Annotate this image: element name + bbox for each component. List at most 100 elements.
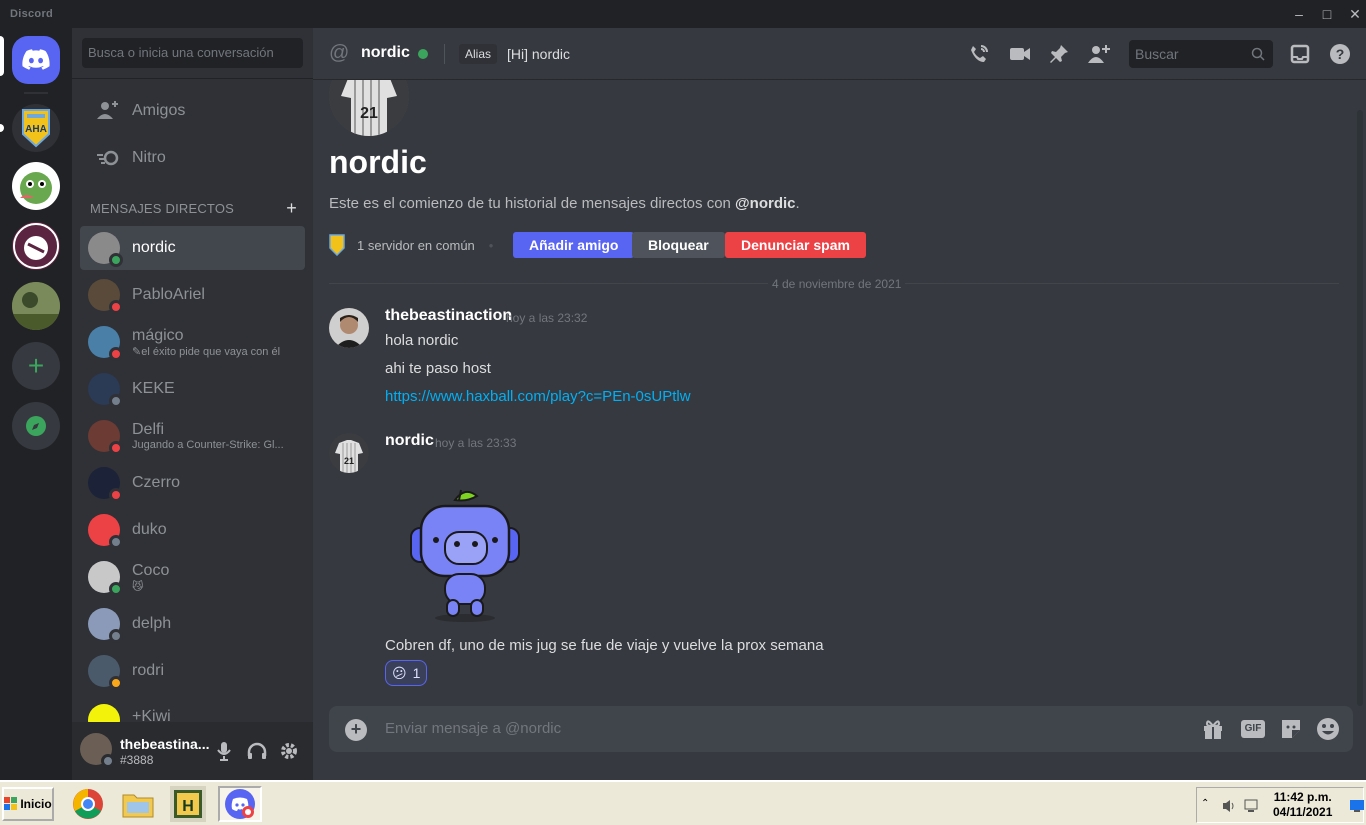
dm-item-delph[interactable]: delph	[80, 602, 305, 646]
status-indicator	[109, 488, 123, 502]
channel-title: nordic	[361, 44, 410, 61]
status-indicator	[101, 754, 115, 768]
block-button[interactable]: Bloquear	[632, 232, 725, 258]
dm-item-duko[interactable]: duko	[80, 508, 305, 552]
deafen-button[interactable]	[245, 739, 269, 763]
nav-nitro-label: Nitro	[132, 149, 166, 166]
avatar	[88, 655, 123, 690]
scrollbar[interactable]	[1357, 110, 1363, 706]
explore-servers-button[interactable]	[12, 402, 60, 450]
system-tray: ⌃ 11:42 p.m. 04/11/2021	[1196, 787, 1364, 823]
server-argentina[interactable]	[12, 222, 60, 270]
taskbar-discord[interactable]	[218, 786, 262, 822]
user-avatar[interactable]	[80, 733, 115, 768]
nav-friends-label: Amigos	[132, 102, 186, 119]
dm-item-nordic[interactable]: nordic	[80, 226, 305, 270]
message-input[interactable]: Enviar mensaje a @nordic	[385, 720, 561, 737]
user-discriminator: #3888	[120, 753, 154, 767]
sidebar-divider	[72, 78, 313, 79]
start-video-call-button[interactable]	[1008, 42, 1032, 66]
dm-item-rodri[interactable]: rodri	[80, 649, 305, 693]
intro-desc-prefix: Este es el comienzo de tu historial de m…	[329, 195, 736, 212]
minimize-button[interactable]: –	[1287, 4, 1311, 24]
sticker-picker-button[interactable]	[1279, 717, 1303, 741]
message-author[interactable]: thebeastinaction	[385, 307, 512, 325]
mutual-servers-label: 1 servidor en común	[357, 237, 475, 253]
dm-sidebar: Busca o inicia una conversación Amigos N…	[72, 28, 313, 780]
avatar	[88, 514, 123, 549]
taskbar-explorer[interactable]	[120, 786, 156, 822]
svg-text:AHA: AHA	[25, 124, 47, 135]
user-settings-button[interactable]	[277, 739, 301, 763]
search-input[interactable]: Buscar	[1129, 40, 1273, 68]
message-avatar[interactable]: 21	[329, 433, 369, 473]
avatar	[88, 420, 123, 455]
message-composer[interactable]: + Enviar mensaje a @nordic GIF	[329, 706, 1353, 752]
create-dm-button[interactable]: +	[286, 198, 297, 219]
add-friend-button[interactable]: Añadir amigo	[513, 232, 635, 258]
mute-button[interactable]	[212, 739, 236, 763]
dm-item-kiwi[interactable]: +Kiwi	[80, 696, 305, 722]
server-ahi[interactable]: AHA	[12, 104, 60, 152]
server-pepe[interactable]	[12, 162, 60, 210]
jersey-avatar-icon: 21	[329, 80, 409, 136]
avatar	[88, 279, 123, 314]
intro-description: Este es el comienzo de tu historial de m…	[329, 195, 800, 212]
find-conversation-input[interactable]: Busca o inicia una conversación	[82, 38, 303, 68]
close-button[interactable]: ✕	[1343, 4, 1366, 24]
nav-nitro[interactable]: Nitro	[80, 137, 305, 179]
message-avatar[interactable]	[329, 308, 369, 348]
taskbar-haxball[interactable]: H	[170, 786, 206, 822]
inbox-icon	[1290, 44, 1310, 64]
status-indicator	[109, 253, 123, 267]
network-icon[interactable]	[1243, 798, 1259, 814]
intro-avatar: 21	[329, 80, 409, 136]
nav-friends[interactable]: Amigos	[80, 90, 305, 132]
dm-item-magico[interactable]: mágico ✎el éxito pide que vaya con él	[80, 320, 305, 364]
status-indicator	[109, 300, 123, 314]
tray-expand-icon[interactable]: ⌃	[1201, 798, 1209, 809]
app-title: Discord	[10, 8, 54, 20]
nitro-icon	[92, 150, 124, 166]
user-photo-icon	[329, 308, 369, 348]
inbox-button[interactable]	[1288, 42, 1312, 66]
dm-item-coco[interactable]: Coco 😼	[80, 555, 305, 599]
emoji-picker-button[interactable]	[1316, 717, 1340, 741]
start-button[interactable]: Inicio	[2, 787, 54, 821]
volume-icon[interactable]	[1221, 798, 1237, 814]
start-voice-call-button[interactable]	[967, 42, 991, 66]
mutual-servers[interactable]: 1 servidor en común •	[329, 232, 507, 258]
discord-logo-icon	[22, 49, 50, 70]
add-friends-to-dm-button[interactable]	[1087, 42, 1111, 66]
dm-item-czerro[interactable]: Czerro	[80, 461, 305, 505]
add-server-button[interactable]: +	[12, 342, 60, 390]
clock-time: 11:42 p.m.	[1273, 790, 1332, 804]
intro-desc-suffix: .	[795, 195, 800, 212]
home-button[interactable]	[12, 36, 60, 84]
gif-picker-button[interactable]: GIF	[1239, 717, 1267, 741]
svg-text:21: 21	[360, 105, 378, 122]
help-button[interactable]: ?	[1328, 42, 1352, 66]
status-indicator	[109, 676, 123, 690]
message-link[interactable]: https://www.haxball.com/play?c=PEn-0sUPt…	[385, 388, 691, 405]
show-desktop-icon[interactable]	[1349, 799, 1365, 813]
server-photo[interactable]	[12, 282, 60, 330]
send-gift-button[interactable]	[1201, 717, 1225, 741]
pinned-messages-button[interactable]	[1047, 42, 1071, 66]
taskbar-chrome[interactable]	[70, 786, 106, 822]
shield-logo-icon: AHA	[22, 109, 50, 148]
phone-call-icon	[971, 45, 988, 62]
dm-item-keke[interactable]: KEKE	[80, 367, 305, 411]
sticker[interactable]	[403, 482, 533, 622]
system-clock[interactable]: 11:42 p.m. 04/11/2021	[1273, 790, 1332, 820]
dm-name: PabloAriel	[132, 286, 205, 303]
message-author[interactable]: nordic	[385, 432, 434, 450]
message-reaction[interactable]: 😕 1	[385, 660, 428, 686]
haxball-icon: H	[174, 790, 202, 818]
maximize-button[interactable]: □	[1315, 4, 1339, 24]
upload-button[interactable]: +	[345, 719, 367, 741]
dm-item-delfi[interactable]: Delfi Jugando a Counter-Strike: Gl...	[80, 414, 305, 458]
headphones-icon	[247, 742, 267, 759]
dm-item-pabloariel[interactable]: PabloAriel	[80, 273, 305, 317]
report-spam-button[interactable]: Denunciar spam	[725, 232, 866, 258]
